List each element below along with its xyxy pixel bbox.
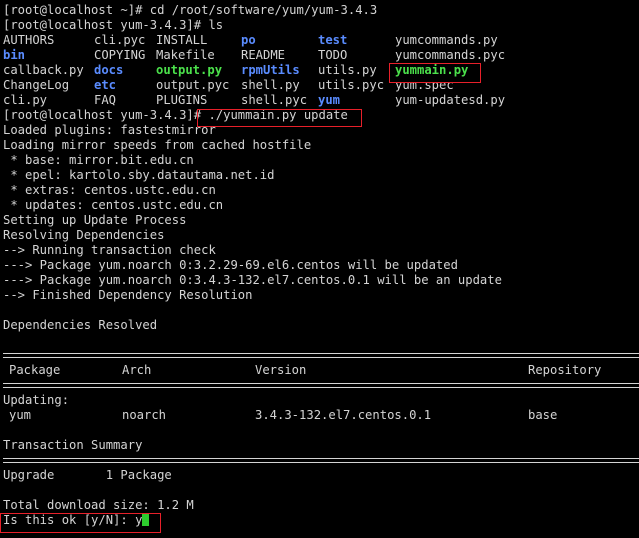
ls-directory: bin [3, 48, 26, 62]
ls-file: callback.py [3, 63, 84, 77]
double-rule [3, 353, 639, 358]
ls-output-row: AUTHORS cli.pyc INSTALL po test yumcomma… [3, 33, 639, 48]
prompt-question: Is this ok [y/N]: [3, 513, 136, 527]
terminal-line: --> Finished Dependency Resolution [3, 288, 253, 302]
ls-file: cli.py [3, 93, 48, 107]
ls-file: README [241, 48, 286, 62]
terminal-line: Transaction Summary [3, 438, 143, 452]
ls-directory: po [241, 33, 256, 47]
ls-file: shell.pyc [241, 93, 308, 107]
terminal-line: Loading mirror speeds from cached hostfi… [3, 138, 312, 152]
terminal-line: ---> Package yum.noarch 0:3.4.3-132.el7.… [3, 273, 502, 287]
terminal-line: Resolving Dependencies [3, 228, 165, 242]
ls-file: shell.py [241, 78, 300, 92]
ls-directory: rpmUtils [241, 63, 300, 77]
ls-file: yum.spec [395, 78, 454, 92]
ls-executable: yummain.py [395, 63, 469, 77]
header-package: Package [9, 363, 61, 377]
ls-file: PLUGINS [156, 93, 208, 107]
terminal-line: Total download size: 1.2 M [3, 498, 194, 512]
ls-file: AUTHORS [3, 33, 55, 47]
terminal-line: Upgrade 1 Package [3, 468, 172, 482]
ls-directory: etc [94, 78, 117, 92]
ls-file: Makefile [156, 48, 215, 62]
table-row: yum noarch 3.4.3-132.el7.centos.0.1 base [3, 408, 639, 423]
cell-arch: noarch [122, 408, 167, 422]
header-repository: Repository [528, 363, 602, 377]
ls-executable: output.py [156, 63, 223, 77]
cursor-block [142, 513, 150, 526]
ls-file: yumcommands.py [395, 33, 498, 47]
terminal-line: ---> Package yum.noarch 0:3.2.29-69.el6.… [3, 258, 458, 272]
cell-package: yum [9, 408, 32, 422]
header-arch: Arch [122, 363, 152, 377]
ls-file: yumcommands.pyc [395, 48, 506, 62]
double-rule [3, 383, 639, 388]
terminal-line: [root@localhost yum-3.4.3]# ls [3, 18, 224, 32]
ls-output-row: ChangeLog etc output.pyc shell.py utils.… [3, 78, 639, 93]
ls-output-row: bin COPYING Makefile README TODO yumcomm… [3, 48, 639, 63]
ls-file: output.pyc [156, 78, 230, 92]
terminal-line: * epel: kartolo.sby.datautama.net.id [3, 168, 275, 182]
terminal-line: Loaded plugins: fastestmirror [3, 123, 216, 137]
ls-directory: test [318, 33, 348, 47]
ls-file: FAQ [94, 93, 117, 107]
ls-directory: yum [318, 93, 341, 107]
ls-directory: docs [94, 63, 124, 77]
terminal-line: [root@localhost yum-3.4.3]# ./yummain.py… [3, 108, 348, 122]
ls-output-row: callback.py docs output.py rpmUtils util… [3, 63, 639, 78]
double-rule [3, 458, 639, 463]
terminal-line: Updating: [3, 393, 70, 407]
terminal-line: * extras: centos.ustc.edu.cn [3, 183, 216, 197]
ls-file: utils.pyc [318, 78, 385, 92]
prompt-answer: y [135, 513, 143, 527]
ls-file: yum-updatesd.py [395, 93, 506, 107]
terminal-window[interactable]: [root@localhost ~]# cd /root/software/yu… [0, 0, 639, 538]
header-version: Version [255, 363, 307, 377]
terminal-line: Setting up Update Process [3, 213, 187, 227]
ls-file: INSTALL [156, 33, 208, 47]
ls-file: ChangeLog [3, 78, 70, 92]
terminal-input-line[interactable]: Is this ok [y/N]: y [3, 513, 639, 528]
cell-repository: base [528, 408, 558, 422]
terminal-line: * base: mirror.bit.edu.cn [3, 153, 194, 167]
terminal-line: Dependencies Resolved [3, 318, 158, 332]
table-header-row: Package Arch Version Repository [3, 363, 639, 378]
ls-file: COPYING [94, 48, 146, 62]
ls-output-row: cli.py FAQ PLUGINS shell.pyc yum yum-upd… [3, 93, 639, 108]
table-separator [3, 348, 639, 363]
cell-version: 3.4.3-132.el7.centos.0.1 [255, 408, 432, 422]
table-separator [3, 378, 639, 393]
terminal-line: * updates: centos.ustc.edu.cn [3, 198, 224, 212]
ls-file: utils.py [318, 63, 377, 77]
ls-file: TODO [318, 48, 348, 62]
ls-file: cli.pyc [94, 33, 146, 47]
terminal-line: --> Running transaction check [3, 243, 216, 257]
terminal-line: [root@localhost ~]# cd /root/software/yu… [3, 3, 378, 17]
table-separator [3, 453, 639, 468]
